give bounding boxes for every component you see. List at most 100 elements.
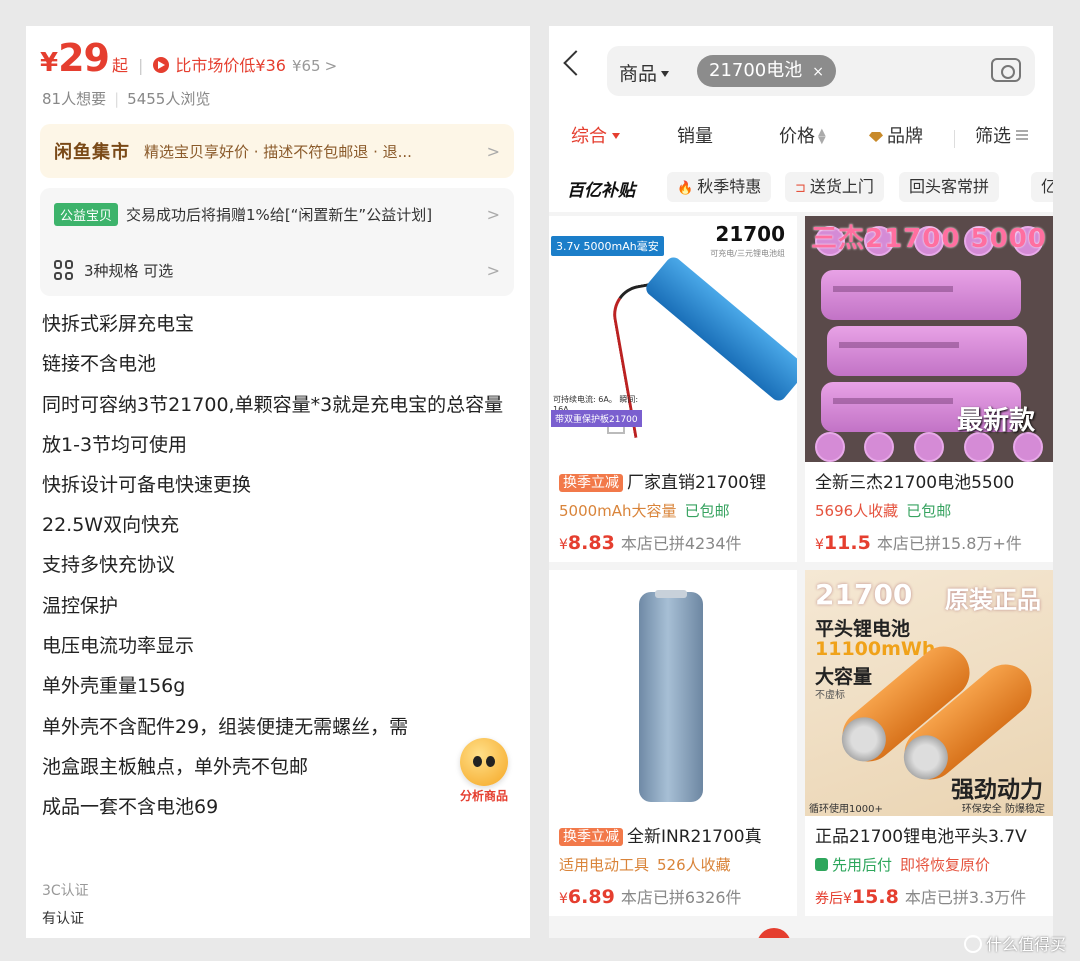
sales-info: 本店已拼6326件 [620, 888, 742, 907]
image-badge: 3.7v 5000mAh毫安 [551, 236, 664, 256]
sub-text: 适用电动工具 [559, 856, 650, 874]
product-price: ¥6.89 本店已拼6326件 [559, 884, 742, 908]
image-text: 环保安全 防爆稳定 [961, 804, 1045, 815]
chevron-right-icon: > [486, 260, 500, 280]
product-subline: 先用后付 即将恢复原价 [815, 854, 990, 875]
category-dropdown[interactable]: 商品 [619, 59, 670, 86]
category-label: 商品 [619, 63, 658, 85]
floating-button[interactable] [757, 928, 791, 938]
chip-label: 回头客常拼 [909, 177, 990, 196]
product-subline: 5696人收藏 已包邮 [815, 500, 951, 521]
divider [954, 130, 955, 148]
title-text: 正品21700锂电池平头3.7V [815, 827, 1027, 847]
watermark-text: 什么值得买 [985, 935, 1066, 954]
chevron-right-icon: > [486, 204, 500, 224]
description-line: 单外壳不含配件29，组装便捷无需螺丝，需 [42, 715, 409, 738]
product-image: 21700 可充电/三元锂电池组 3.7v 5000mAh毫安 可持续电流: 6… [549, 216, 797, 462]
description-line: 支持多快充协议 [42, 554, 176, 577]
original-price: ¥65 [291, 57, 321, 75]
back-arrow-icon[interactable] [563, 50, 589, 76]
tag-icon: ⊐ [795, 181, 806, 196]
image-text: 三杰21700 5000 [811, 224, 1047, 254]
banner-text: 精选宝贝享好价 · 描述不符包邮退 · 退... [144, 142, 412, 161]
sort-comprehensive[interactable]: 综合 [571, 122, 620, 148]
sales-info: 本店已拼3.3万件 [904, 888, 1027, 907]
search-results-panel: 商品 21700电池 × 综合 销量 价格 ▲ ▼ 品牌 筛选 百亿补贴 🔥 秋季特惠 … [549, 26, 1053, 938]
sort-brand[interactable]: 品牌 [869, 122, 923, 148]
image-text: 平头锂电池 [815, 618, 911, 640]
charity-badge: 公益宝贝 [54, 202, 119, 226]
caret-down-icon [612, 133, 620, 139]
camera-icon[interactable] [991, 58, 1021, 82]
product-stats: 81人想要 | 5455人浏览 [42, 88, 210, 109]
filter-icon [1016, 130, 1028, 140]
sort-price[interactable]: 价格 ▲ ▼ [779, 122, 826, 148]
query-chip[interactable]: 21700电池 × [697, 55, 836, 87]
clear-icon[interactable]: × [812, 64, 824, 80]
sub-text: 526人收藏 [657, 856, 731, 874]
price-prefix: 券后 [815, 891, 843, 907]
logo-icon [963, 935, 982, 953]
title-text: 全新三杰21700电池5500 [815, 473, 1015, 493]
product-price: ¥8.83 本店已拼4234件 [559, 530, 742, 554]
sub-text: 先用后付 [832, 856, 893, 874]
product-card[interactable]: 换季立减 全新INR21700真 适用电动工具 526人收藏 ¥6.89 本店已拼63… [549, 570, 797, 916]
sub-text: 已包邮 [906, 502, 952, 520]
sales-info: 本店已拼4234件 [620, 534, 742, 553]
wants-count: 81人想要 [42, 90, 107, 108]
image-text: 可充电/三元锂电池组 [710, 249, 785, 258]
promo-tag: 换季立减 [559, 828, 623, 846]
sales-info: 本店已拼15.8万+件 [876, 534, 1022, 553]
price-currency: ¥ [815, 537, 824, 553]
market-compare-link[interactable]: 比市场价低¥36 ¥65 > [153, 52, 337, 76]
title-text: 厂家直销21700锂 [627, 473, 767, 493]
xianyu-market-banner[interactable]: 闲鱼集市 精选宝贝享好价 · 描述不符包邮退 · 退... > [40, 124, 514, 178]
price-currency: ¥ [843, 891, 852, 907]
subsidy-logo[interactable]: 百亿补贴 [567, 176, 635, 201]
xianyu-logo: 闲鱼集市 [54, 142, 130, 163]
charity-text: 交易成功后将捐赠1%给[“闲置新生”公益计划] [126, 205, 433, 224]
filter-label: 筛选 [975, 126, 1011, 147]
product-card[interactable]: 21700 原装正品 平头锂电池 11100mWh 大容量 不虚标 强劲动力 循… [805, 570, 1053, 916]
analyze-label: 分析商品 [459, 789, 508, 803]
product-card[interactable]: 三杰21700 5000 最新款 全新三杰21700电池5500 5696人收藏… [805, 216, 1053, 562]
image-text: 大容量 [815, 666, 873, 688]
product-card[interactable]: 21700 可充电/三元锂电池组 3.7v 5000mAh毫安 可持续电流: 6… [549, 216, 797, 562]
product-title: 正品21700锂电池平头3.7V [815, 822, 1051, 847]
quick-filter-bar: 百亿补贴 🔥秋季特惠 ⊐送货上门 回头客常拼 亿彩 [549, 162, 1053, 212]
sort-sales[interactable]: 销量 [677, 122, 713, 148]
divider: | [138, 56, 144, 75]
description-line: 链接不含电池 [42, 353, 157, 376]
chip-delivery[interactable]: ⊐ 送货上门 [785, 172, 884, 202]
chip-more[interactable]: 亿彩 [1031, 172, 1053, 202]
price-value: 11.5 [823, 532, 871, 554]
sort-label: 综合 [571, 126, 607, 147]
product-title: 全新三杰21700电池5500 [815, 468, 1051, 493]
chip-repeat-buyers[interactable]: 回头客常拼 [899, 172, 1000, 202]
price-suffix: 起 [111, 56, 128, 75]
specs-row[interactable]: 3种规格 可选 > [40, 244, 514, 296]
chip-autumn-sale[interactable]: 🔥 秋季特惠 [667, 172, 772, 202]
price-value: 29 [58, 36, 110, 80]
description-line: 温控保护 [42, 594, 119, 617]
product-price: ¥11.5 本店已拼15.8万+件 [815, 530, 1022, 554]
product-description: 快拆式彩屏充电宝 链接不含电池 同时可容纳3节21700,单颗容量*3就是充电宝… [42, 304, 522, 828]
sub-text: 5696人收藏 [815, 502, 899, 520]
description-line: 快拆式彩屏充电宝 [42, 313, 195, 335]
price-currency: ¥ [559, 537, 568, 553]
sort-bar: 综合 销量 价格 ▲ ▼ 品牌 筛选 [549, 118, 1053, 162]
description-line: 22.5W双向快充 [42, 514, 180, 537]
charity-row[interactable]: 公益宝贝 交易成功后将捐赠1%给[“闲置新生”公益计划] > [40, 188, 514, 240]
price-value: 15.8 [851, 886, 899, 908]
product-image: 三杰21700 5000 最新款 [805, 216, 1053, 462]
image-text: 11100mWh [815, 638, 936, 660]
chip-label: 秋季特惠 [697, 177, 762, 196]
filter-button[interactable]: 筛选 [975, 122, 1028, 148]
price-row: ¥ 29 起 | 比市场价低¥36 ¥65 > [40, 36, 337, 80]
search-box[interactable]: 商品 21700电池 × [607, 46, 1035, 96]
image-text: 不虚标 [815, 690, 845, 701]
image-text: 21700 [815, 578, 913, 611]
image-text: 循环使用1000+ [809, 804, 883, 815]
analyze-product-button[interactable]: 分析商品 [454, 738, 514, 804]
query-text: 21700电池 [709, 60, 803, 81]
